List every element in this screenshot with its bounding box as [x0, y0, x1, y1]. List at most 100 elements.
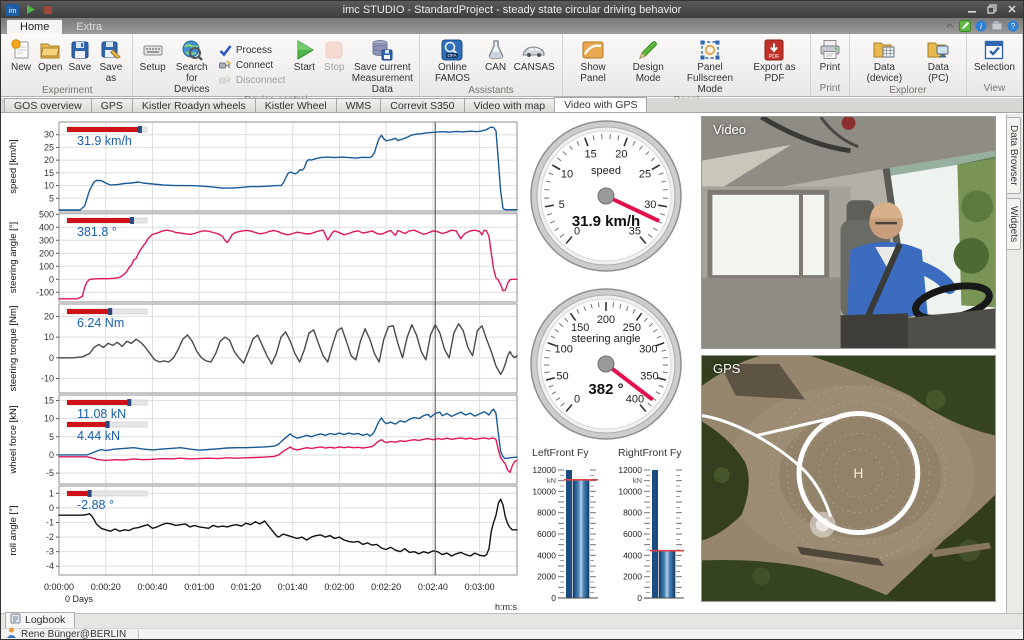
- svg-text:8000: 8000: [537, 508, 556, 518]
- ribbon-button-design-mode[interactable]: Design Mode: [619, 36, 677, 95]
- quick-stop-icon[interactable]: [41, 3, 55, 16]
- show-panel-icon: [581, 37, 605, 62]
- readout-value: 4.44 kN: [77, 429, 120, 443]
- svg-text:i: i: [980, 22, 982, 31]
- svg-text:-5: -5: [46, 468, 54, 478]
- ribbon-button-connect[interactable]: Connect: [219, 59, 285, 72]
- panel-tab-kistler-wheel[interactable]: Kistler Wheel: [255, 98, 337, 112]
- panel-tab-wms[interactable]: WMS: [336, 98, 382, 112]
- ribbon-button-disconnect[interactable]: Disconnect: [219, 74, 285, 87]
- ribbon-button-cansas[interactable]: CANSAS: [511, 36, 558, 85]
- panel-tab-video-with-gps[interactable]: Video with GPS: [554, 97, 647, 112]
- ribbon-button-show-panel[interactable]: Show Panel: [567, 36, 620, 95]
- svg-text:12000: 12000: [618, 465, 642, 475]
- svg-text:10: 10: [561, 169, 573, 181]
- ribbon-button-open[interactable]: Open: [35, 36, 65, 85]
- ribbon-tab-extra[interactable]: Extra: [63, 20, 115, 34]
- svg-text:50: 50: [556, 371, 568, 383]
- restore-button[interactable]: [983, 2, 1001, 16]
- media-column: Video: [701, 116, 996, 602]
- svg-text:20: 20: [615, 149, 627, 161]
- svg-text:1: 1: [49, 488, 54, 498]
- ribbon-button-new[interactable]: New: [7, 36, 35, 85]
- charts-svg: 51015202530speed [km/h]31.9 km/h-1000100…: [3, 116, 523, 613]
- bar-meter-rightfront-fy: RightFront Fy020004000600080001000012000…: [614, 446, 696, 612]
- minimize-button[interactable]: [963, 2, 981, 16]
- svg-text:4000: 4000: [537, 550, 556, 560]
- ribbon-button-save[interactable]: Save: [65, 36, 94, 85]
- info-icon[interactable]: i: [975, 20, 987, 32]
- svg-text:10: 10: [44, 414, 54, 424]
- svg-text:0:00:40: 0:00:40: [137, 582, 167, 592]
- cansas-car-icon: [522, 37, 546, 62]
- ribbon-button-start[interactable]: Start: [289, 36, 319, 95]
- ribbon-utility-icons: i ?: [945, 20, 1019, 32]
- svg-text:0:00:00: 0:00:00: [44, 582, 74, 592]
- ribbon-button-save-as[interactable]: Save as: [94, 36, 127, 85]
- ribbon-tab-home[interactable]: Home: [6, 19, 63, 34]
- svg-text:300: 300: [639, 344, 657, 356]
- workspace-icon[interactable]: [991, 20, 1003, 32]
- ribbon-button-selection[interactable]: Selection: [971, 36, 1018, 83]
- ribbon-button-export-as-pdf[interactable]: PDFExport as PDF: [743, 36, 806, 95]
- svg-text:12000: 12000: [532, 465, 556, 475]
- save-data-icon: [370, 37, 394, 62]
- ribbon-button-can[interactable]: CAN: [481, 36, 511, 85]
- ribbon-button-online-famos[interactable]: OFAOnline FAMOS: [424, 36, 480, 85]
- edit-icon[interactable]: [959, 20, 971, 32]
- disconnect-icon: [219, 74, 232, 87]
- readout-value: 381.8 °: [77, 225, 117, 239]
- panel-tab-correvit-s350[interactable]: Correvit S350: [380, 98, 464, 112]
- status-separator: [138, 630, 139, 639]
- gauge-value: 31.9 km/h: [572, 213, 640, 230]
- tab-data-browser[interactable]: Data Browser: [1007, 117, 1021, 194]
- quick-start-icon[interactable]: [23, 3, 37, 16]
- svg-text:5: 5: [559, 199, 565, 211]
- logbook-icon: [10, 613, 21, 627]
- ribbon-button-data-pc[interactable]: Data (PC): [915, 36, 962, 85]
- svg-text:10: 10: [44, 332, 54, 342]
- readout-bar: [67, 422, 108, 427]
- svg-text:0: 0: [551, 593, 556, 603]
- ribbon-group-label: Explorer: [850, 85, 966, 98]
- bar-meter-peak-bar: [652, 470, 658, 598]
- gps-map-image: H: [702, 356, 995, 601]
- status-user: Rene Bünger@BERLIN: [21, 629, 126, 640]
- svg-text:2000: 2000: [537, 572, 556, 582]
- panel-tab-gos-overview[interactable]: GOS overview: [4, 98, 92, 112]
- svg-text:?: ?: [1011, 22, 1016, 31]
- svg-text:15: 15: [44, 168, 54, 178]
- ribbon-button-setup[interactable]: Setup: [137, 36, 169, 95]
- svg-text:0:01:20: 0:01:20: [231, 582, 261, 592]
- svg-text:200: 200: [39, 248, 54, 258]
- svg-text:2000: 2000: [623, 572, 642, 582]
- ribbon-button-save-current-measurement-data[interactable]: Save current Measurement Data: [349, 36, 415, 95]
- tab-widgets[interactable]: Widgets: [1007, 198, 1021, 250]
- close-button[interactable]: [1003, 2, 1021, 16]
- bar-meter-unit: kN: [633, 476, 642, 485]
- video-panel-label: Video: [713, 122, 746, 137]
- panel-tab-kistler-roadyn-wheels[interactable]: Kistler Roadyn wheels: [132, 98, 256, 112]
- ribbon-button-search-for-devices[interactable]: Search for Devices: [169, 36, 215, 95]
- selection-icon: [982, 37, 1006, 62]
- logbook-row: Logbook: [1, 613, 1023, 628]
- svg-text:400: 400: [626, 393, 644, 405]
- ribbon-button-stop[interactable]: Stop: [319, 36, 349, 95]
- help-icon[interactable]: ?: [1007, 20, 1019, 32]
- svg-text:0:00:20: 0:00:20: [91, 582, 121, 592]
- svg-text:100: 100: [39, 261, 54, 271]
- logbook-tab[interactable]: Logbook: [5, 612, 75, 628]
- ribbon-collapse-icon[interactable]: [945, 21, 955, 31]
- fullscreen-mode-icon: [698, 37, 722, 62]
- video-image: [702, 117, 995, 348]
- panel-tab-video-with-map[interactable]: Video with map: [464, 98, 556, 112]
- ribbon-group-experiment: NewOpenSaveSave asExperiment: [3, 34, 133, 96]
- panel-tab-gps[interactable]: GPS: [91, 98, 133, 112]
- svg-text:0:02:00: 0:02:00: [324, 582, 354, 592]
- ribbon-button-print[interactable]: Print: [815, 36, 845, 83]
- ribbon-button-panel-fullscreen-mode[interactable]: Panel Fullscreen Mode: [677, 36, 743, 95]
- design-mode-icon: [636, 37, 660, 62]
- ribbon-button-data-device[interactable]: Data (device): [854, 36, 915, 85]
- ribbon-button-process[interactable]: Process: [219, 44, 285, 57]
- svg-text:5: 5: [49, 432, 54, 442]
